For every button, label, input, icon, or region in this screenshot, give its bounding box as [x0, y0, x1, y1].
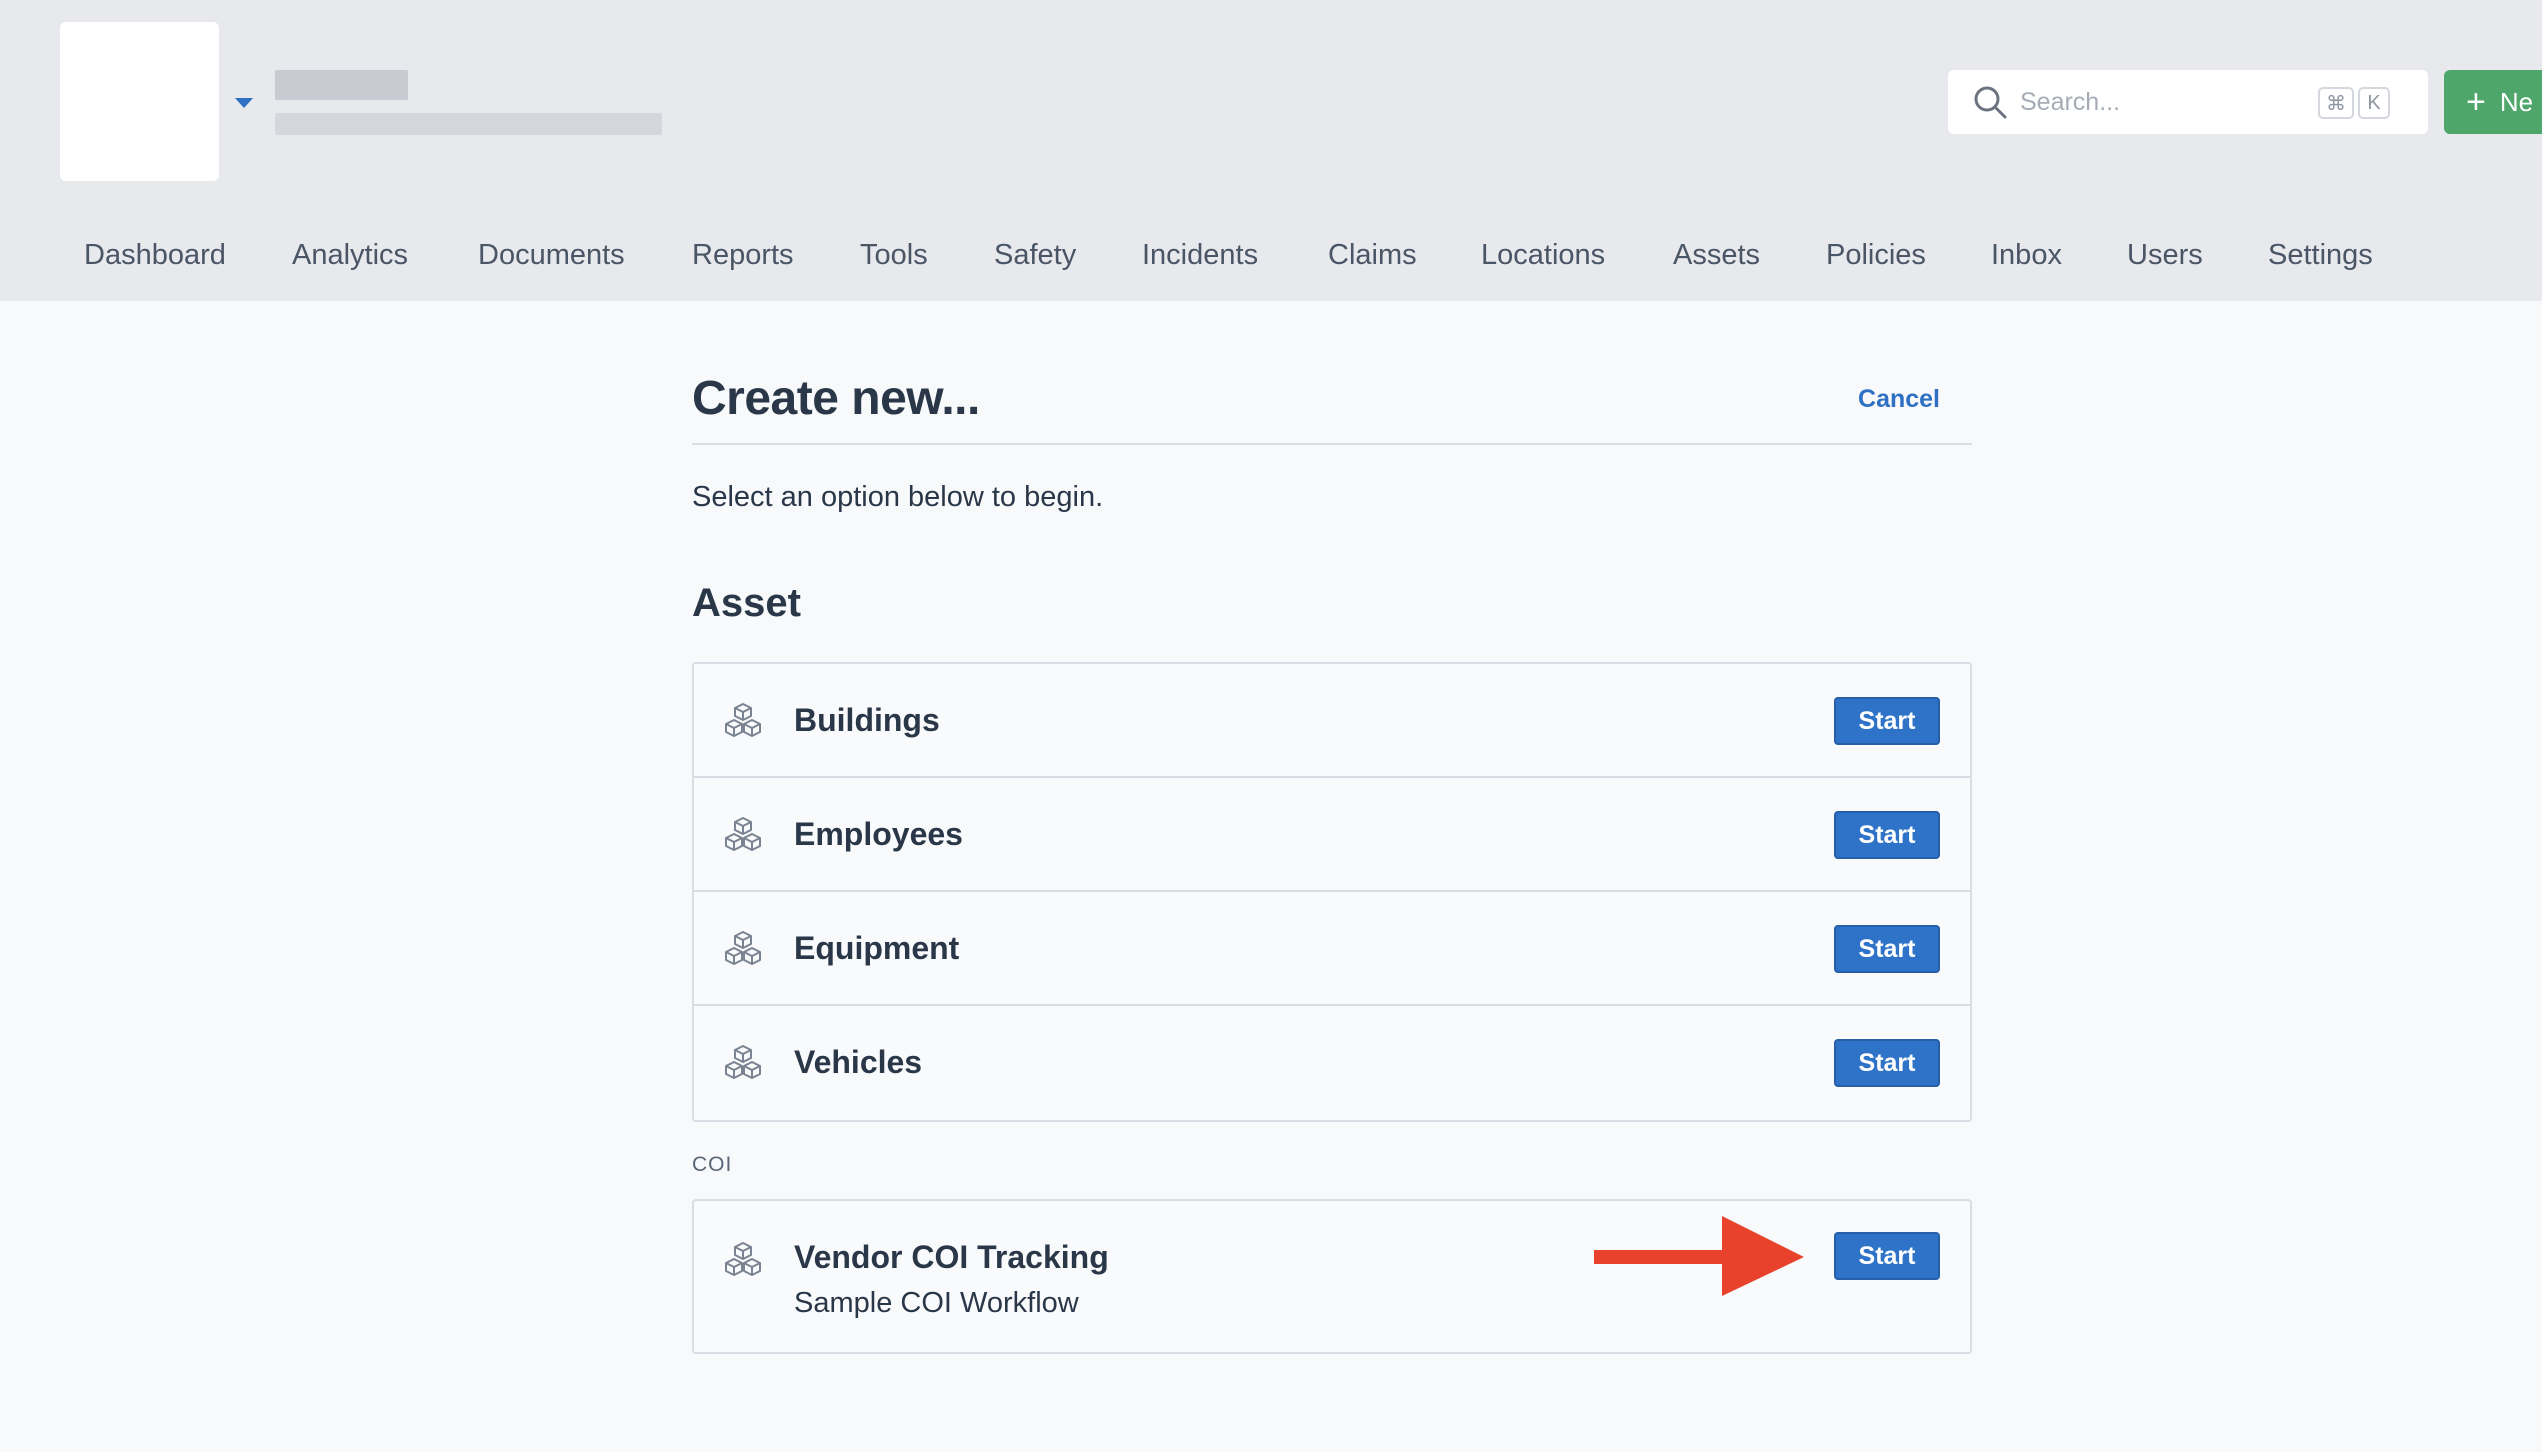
- list-item-vendor-coi-tracking: Vendor COI Tracking Sample COI Workflow …: [692, 1199, 1972, 1354]
- nav-item-analytics[interactable]: Analytics: [292, 230, 408, 280]
- new-button-label: Ne: [2499, 86, 2534, 117]
- annotation-arrow-icon: [1594, 1216, 1804, 1296]
- nav-item-locations[interactable]: Locations: [1481, 230, 1605, 280]
- top-bar: ⌘ K + Ne Dashboard Analytics Documents R…: [0, 0, 2542, 301]
- boxes-icon: [725, 1242, 761, 1276]
- nav-item-incidents[interactable]: Incidents: [1142, 230, 1258, 280]
- boxes-icon: [725, 817, 761, 851]
- org-switcher-caret-icon[interactable]: [235, 98, 253, 108]
- search-input[interactable]: [2020, 82, 2320, 122]
- organization-logo[interactable]: [60, 22, 219, 181]
- nav-item-users[interactable]: Users: [2127, 230, 2203, 280]
- coi-section-heading: COI: [692, 1153, 733, 1176]
- list-item-label: Vehicles: [794, 1044, 923, 1080]
- list-item-subtitle: Sample COI Workflow: [794, 1287, 1079, 1319]
- shortcut-cmd-key: ⌘: [2318, 87, 2354, 119]
- list-item-label: Buildings: [794, 702, 940, 738]
- start-button-vehicles[interactable]: Start: [1834, 1039, 1940, 1087]
- nav-item-reports[interactable]: Reports: [692, 230, 794, 280]
- boxes-icon: [725, 1045, 761, 1079]
- nav-item-safety[interactable]: Safety: [994, 230, 1076, 280]
- page-title: Create new...: [692, 372, 980, 425]
- page-header: Create new... Cancel: [692, 365, 1972, 445]
- shortcut-k-key: K: [2358, 87, 2390, 119]
- asset-section-heading: Asset: [692, 581, 801, 625]
- nav-item-settings[interactable]: Settings: [2268, 230, 2373, 280]
- boxes-icon: [725, 703, 761, 737]
- list-item-equipment: Equipment Start: [694, 892, 1970, 1006]
- search-box[interactable]: ⌘ K: [1948, 70, 2428, 134]
- search-icon: [1974, 86, 2007, 119]
- list-item-label: Employees: [794, 816, 963, 852]
- nav-item-assets[interactable]: Assets: [1673, 230, 1760, 280]
- main-nav: Dashboard Analytics Documents Reports To…: [0, 230, 2542, 280]
- nav-item-dashboard[interactable]: Dashboard: [84, 230, 226, 280]
- start-button-buildings[interactable]: Start: [1834, 697, 1940, 745]
- list-item-vehicles: Vehicles Start: [694, 1006, 1970, 1120]
- list-item-label: Vendor COI Tracking: [794, 1239, 1109, 1275]
- start-button-employees[interactable]: Start: [1834, 811, 1940, 859]
- organization-name-placeholder: [275, 70, 408, 100]
- organization-subtitle-placeholder: [275, 113, 662, 135]
- nav-item-claims[interactable]: Claims: [1328, 230, 1417, 280]
- list-item-label: Equipment: [794, 930, 960, 966]
- list-item-buildings: Buildings Start: [694, 664, 1970, 778]
- boxes-icon: [725, 931, 761, 965]
- nav-item-inbox[interactable]: Inbox: [1991, 230, 2062, 280]
- nav-item-tools[interactable]: Tools: [860, 230, 928, 280]
- intro-text: Select an option below to begin.: [692, 481, 1104, 513]
- list-item-employees: Employees Start: [694, 778, 1970, 892]
- cancel-link[interactable]: Cancel: [1858, 385, 1940, 414]
- new-button[interactable]: + Ne: [2444, 70, 2542, 134]
- nav-item-policies[interactable]: Policies: [1826, 230, 1926, 280]
- start-button-equipment[interactable]: Start: [1834, 925, 1940, 973]
- nav-item-documents[interactable]: Documents: [478, 230, 625, 280]
- asset-option-list: Buildings Start Employees Start Equipmen…: [692, 662, 1972, 1122]
- plus-icon: +: [2466, 83, 2486, 121]
- start-button-vendor-coi-tracking[interactable]: Start: [1834, 1232, 1940, 1280]
